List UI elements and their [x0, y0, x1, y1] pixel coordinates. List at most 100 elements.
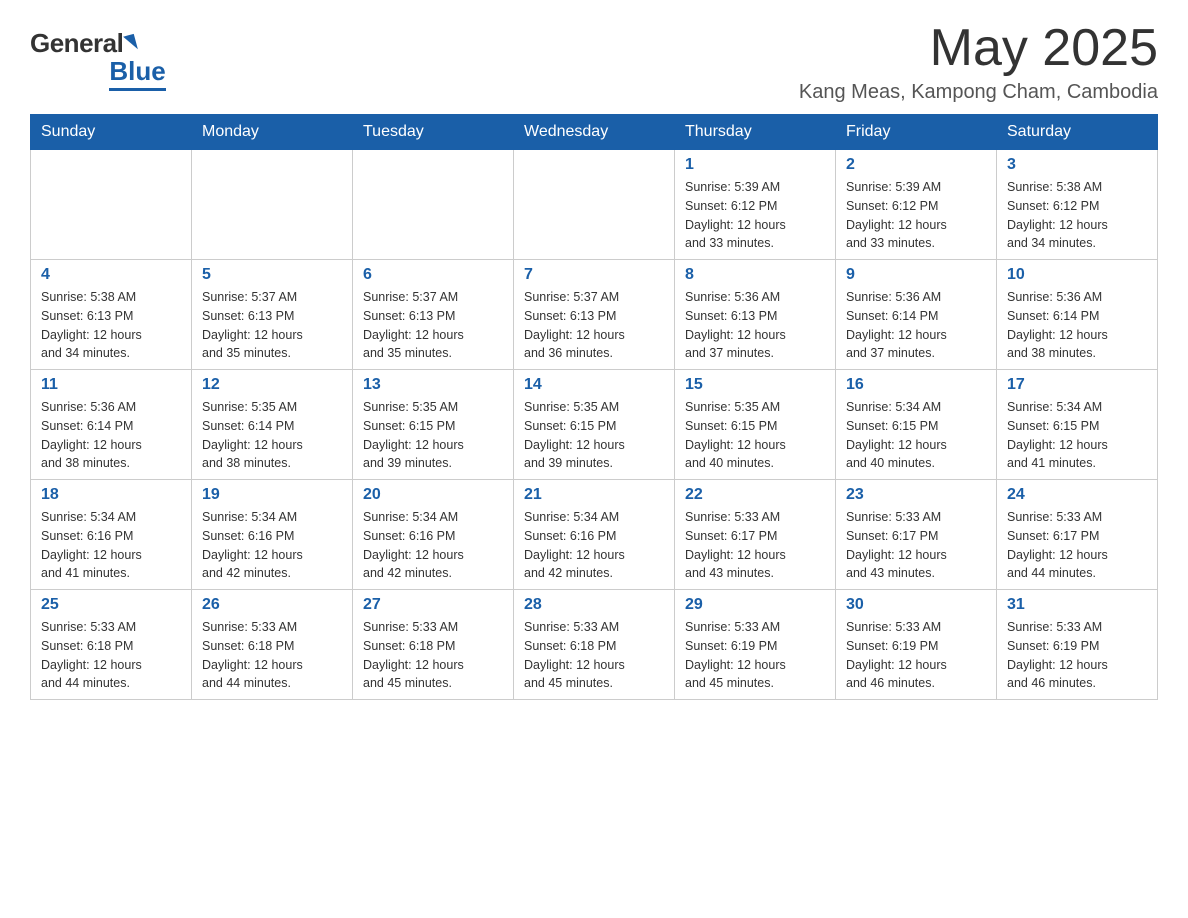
calendar-cell: [514, 150, 675, 260]
day-number: 22: [685, 486, 825, 504]
day-info: Sunrise: 5:34 AM Sunset: 6:16 PM Dayligh…: [524, 508, 664, 583]
day-header-saturday: Saturday: [997, 115, 1158, 150]
day-info: Sunrise: 5:34 AM Sunset: 6:16 PM Dayligh…: [363, 508, 503, 583]
day-number: 24: [1007, 486, 1147, 504]
calendar-cell: 3Sunrise: 5:38 AM Sunset: 6:12 PM Daylig…: [997, 150, 1158, 260]
day-info: Sunrise: 5:37 AM Sunset: 6:13 PM Dayligh…: [202, 288, 342, 363]
day-header-thursday: Thursday: [675, 115, 836, 150]
day-info: Sunrise: 5:35 AM Sunset: 6:15 PM Dayligh…: [685, 398, 825, 473]
day-number: 30: [846, 596, 986, 614]
day-info: Sunrise: 5:35 AM Sunset: 6:15 PM Dayligh…: [524, 398, 664, 473]
calendar-cell: 20 Sunrise: 5:34 AM Sunset: 6:16 PM Dayli…: [353, 480, 514, 590]
day-info: Sunrise: 5:39 AM Sunset: 6:12 PM Dayligh…: [685, 178, 825, 253]
calendar-cell: 13 Sunrise: 5:35 AM Sunset: 6:15 PM Dayli…: [353, 370, 514, 480]
calendar-cell: 28 Sunrise: 5:33 AM Sunset: 6:18 PM Dayli…: [514, 590, 675, 700]
day-number: 10: [1007, 266, 1147, 284]
day-info: Sunrise: 5:33 AM Sunset: 6:19 PM Dayligh…: [846, 618, 986, 693]
day-info: Sunrise: 5:35 AM Sunset: 6:14 PM Dayligh…: [202, 398, 342, 473]
calendar-cell: 14 Sunrise: 5:35 AM Sunset: 6:15 PM Dayli…: [514, 370, 675, 480]
day-info: Sunrise: 5:37 AM Sunset: 6:13 PM Dayligh…: [524, 288, 664, 363]
day-info: Sunrise: 5:33 AM Sunset: 6:18 PM Dayligh…: [524, 618, 664, 693]
day-number: 4: [41, 266, 181, 284]
day-info: Sunrise: 5:34 AM Sunset: 6:16 PM Dayligh…: [202, 508, 342, 583]
day-info: Sunrise: 5:33 AM Sunset: 6:17 PM Dayligh…: [1007, 508, 1147, 583]
day-info: Sunrise: 5:38 AM Sunset: 6:13 PM Dayligh…: [41, 288, 181, 363]
days-of-week-row: SundayMondayTuesdayWednesdayThursdayFrid…: [31, 115, 1158, 150]
day-number: 20: [363, 486, 503, 504]
calendar-cell: 17 Sunrise: 5:34 AM Sunset: 6:15 PM Dayli…: [997, 370, 1158, 480]
calendar-week-4: 18 Sunrise: 5:34 AM Sunset: 6:16 PM Dayli…: [31, 480, 1158, 590]
calendar-cell: [192, 150, 353, 260]
calendar-body: 1Sunrise: 5:39 AM Sunset: 6:12 PM Daylig…: [31, 150, 1158, 700]
day-number: 25: [41, 596, 181, 614]
calendar-cell: 8Sunrise: 5:36 AM Sunset: 6:13 PM Daylig…: [675, 260, 836, 370]
calendar-cell: 2Sunrise: 5:39 AM Sunset: 6:12 PM Daylig…: [836, 150, 997, 260]
day-info: Sunrise: 5:36 AM Sunset: 6:13 PM Dayligh…: [685, 288, 825, 363]
day-number: 28: [524, 596, 664, 614]
location-title: Kang Meas, Kampong Cham, Cambodia: [799, 81, 1158, 104]
day-info: Sunrise: 5:33 AM Sunset: 6:17 PM Dayligh…: [846, 508, 986, 583]
calendar-cell: 21 Sunrise: 5:34 AM Sunset: 6:16 PM Dayli…: [514, 480, 675, 590]
calendar-week-5: 25 Sunrise: 5:33 AM Sunset: 6:18 PM Dayli…: [31, 590, 1158, 700]
day-info: Sunrise: 5:36 AM Sunset: 6:14 PM Dayligh…: [846, 288, 986, 363]
day-number: 16: [846, 376, 986, 394]
calendar-cell: 9Sunrise: 5:36 AM Sunset: 6:14 PM Daylig…: [836, 260, 997, 370]
calendar-week-3: 11Sunrise: 5:36 AM Sunset: 6:14 PM Dayli…: [31, 370, 1158, 480]
calendar-week-1: 1Sunrise: 5:39 AM Sunset: 6:12 PM Daylig…: [31, 150, 1158, 260]
day-number: 31: [1007, 596, 1147, 614]
day-header-tuesday: Tuesday: [353, 115, 514, 150]
title-block: May 2025 Kang Meas, Kampong Cham, Cambod…: [799, 20, 1158, 104]
day-info: Sunrise: 5:34 AM Sunset: 6:15 PM Dayligh…: [1007, 398, 1147, 473]
calendar-week-2: 4 Sunrise: 5:38 AM Sunset: 6:13 PM Daylig…: [31, 260, 1158, 370]
calendar-table: SundayMondayTuesdayWednesdayThursdayFrid…: [30, 114, 1158, 700]
day-number: 7: [524, 266, 664, 284]
day-info: Sunrise: 5:35 AM Sunset: 6:15 PM Dayligh…: [363, 398, 503, 473]
day-number: 29: [685, 596, 825, 614]
day-number: 17: [1007, 376, 1147, 394]
month-title: May 2025: [799, 20, 1158, 77]
calendar-cell: 15Sunrise: 5:35 AM Sunset: 6:15 PM Dayli…: [675, 370, 836, 480]
calendar-cell: 27 Sunrise: 5:33 AM Sunset: 6:18 PM Dayli…: [353, 590, 514, 700]
logo-blue-text: Blue: [109, 56, 165, 91]
day-number: 18: [41, 486, 181, 504]
day-number: 13: [363, 376, 503, 394]
day-info: Sunrise: 5:34 AM Sunset: 6:15 PM Dayligh…: [846, 398, 986, 473]
day-info: Sunrise: 5:33 AM Sunset: 6:18 PM Dayligh…: [363, 618, 503, 693]
logo: General Blue: [30, 30, 166, 91]
calendar-cell: 12Sunrise: 5:35 AM Sunset: 6:14 PM Dayli…: [192, 370, 353, 480]
calendar-cell: 16 Sunrise: 5:34 AM Sunset: 6:15 PM Dayli…: [836, 370, 997, 480]
calendar-header: SundayMondayTuesdayWednesdayThursdayFrid…: [31, 115, 1158, 150]
day-number: 27: [363, 596, 503, 614]
day-number: 3: [1007, 156, 1147, 174]
day-number: 23: [846, 486, 986, 504]
calendar-cell: 24 Sunrise: 5:33 AM Sunset: 6:17 PM Dayli…: [997, 480, 1158, 590]
page-header: General Blue May 2025 Kang Meas, Kampong…: [30, 20, 1158, 104]
calendar-cell: 26 Sunrise: 5:33 AM Sunset: 6:18 PM Dayli…: [192, 590, 353, 700]
day-info: Sunrise: 5:36 AM Sunset: 6:14 PM Dayligh…: [1007, 288, 1147, 363]
calendar-cell: 23 Sunrise: 5:33 AM Sunset: 6:17 PM Dayli…: [836, 480, 997, 590]
calendar-cell: 19Sunrise: 5:34 AM Sunset: 6:16 PM Dayli…: [192, 480, 353, 590]
day-header-sunday: Sunday: [31, 115, 192, 150]
calendar-cell: 22 Sunrise: 5:33 AM Sunset: 6:17 PM Dayli…: [675, 480, 836, 590]
calendar-cell: 18Sunrise: 5:34 AM Sunset: 6:16 PM Dayli…: [31, 480, 192, 590]
day-number: 14: [524, 376, 664, 394]
calendar-cell: 31Sunrise: 5:33 AM Sunset: 6:19 PM Dayli…: [997, 590, 1158, 700]
day-header-wednesday: Wednesday: [514, 115, 675, 150]
day-info: Sunrise: 5:36 AM Sunset: 6:14 PM Dayligh…: [41, 398, 181, 473]
logo-general-text: General: [30, 30, 123, 56]
day-number: 21: [524, 486, 664, 504]
day-info: Sunrise: 5:33 AM Sunset: 6:18 PM Dayligh…: [41, 618, 181, 693]
day-number: 26: [202, 596, 342, 614]
calendar-cell: 1Sunrise: 5:39 AM Sunset: 6:12 PM Daylig…: [675, 150, 836, 260]
day-info: Sunrise: 5:33 AM Sunset: 6:19 PM Dayligh…: [685, 618, 825, 693]
calendar-cell: 5Sunrise: 5:37 AM Sunset: 6:13 PM Daylig…: [192, 260, 353, 370]
logo-arrow-icon: [123, 34, 138, 52]
day-info: Sunrise: 5:33 AM Sunset: 6:17 PM Dayligh…: [685, 508, 825, 583]
calendar-cell: 11Sunrise: 5:36 AM Sunset: 6:14 PM Dayli…: [31, 370, 192, 480]
day-info: Sunrise: 5:33 AM Sunset: 6:18 PM Dayligh…: [202, 618, 342, 693]
calendar-cell: 29 Sunrise: 5:33 AM Sunset: 6:19 PM Dayli…: [675, 590, 836, 700]
day-info: Sunrise: 5:37 AM Sunset: 6:13 PM Dayligh…: [363, 288, 503, 363]
calendar-cell: 25 Sunrise: 5:33 AM Sunset: 6:18 PM Dayli…: [31, 590, 192, 700]
day-header-monday: Monday: [192, 115, 353, 150]
day-number: 6: [363, 266, 503, 284]
